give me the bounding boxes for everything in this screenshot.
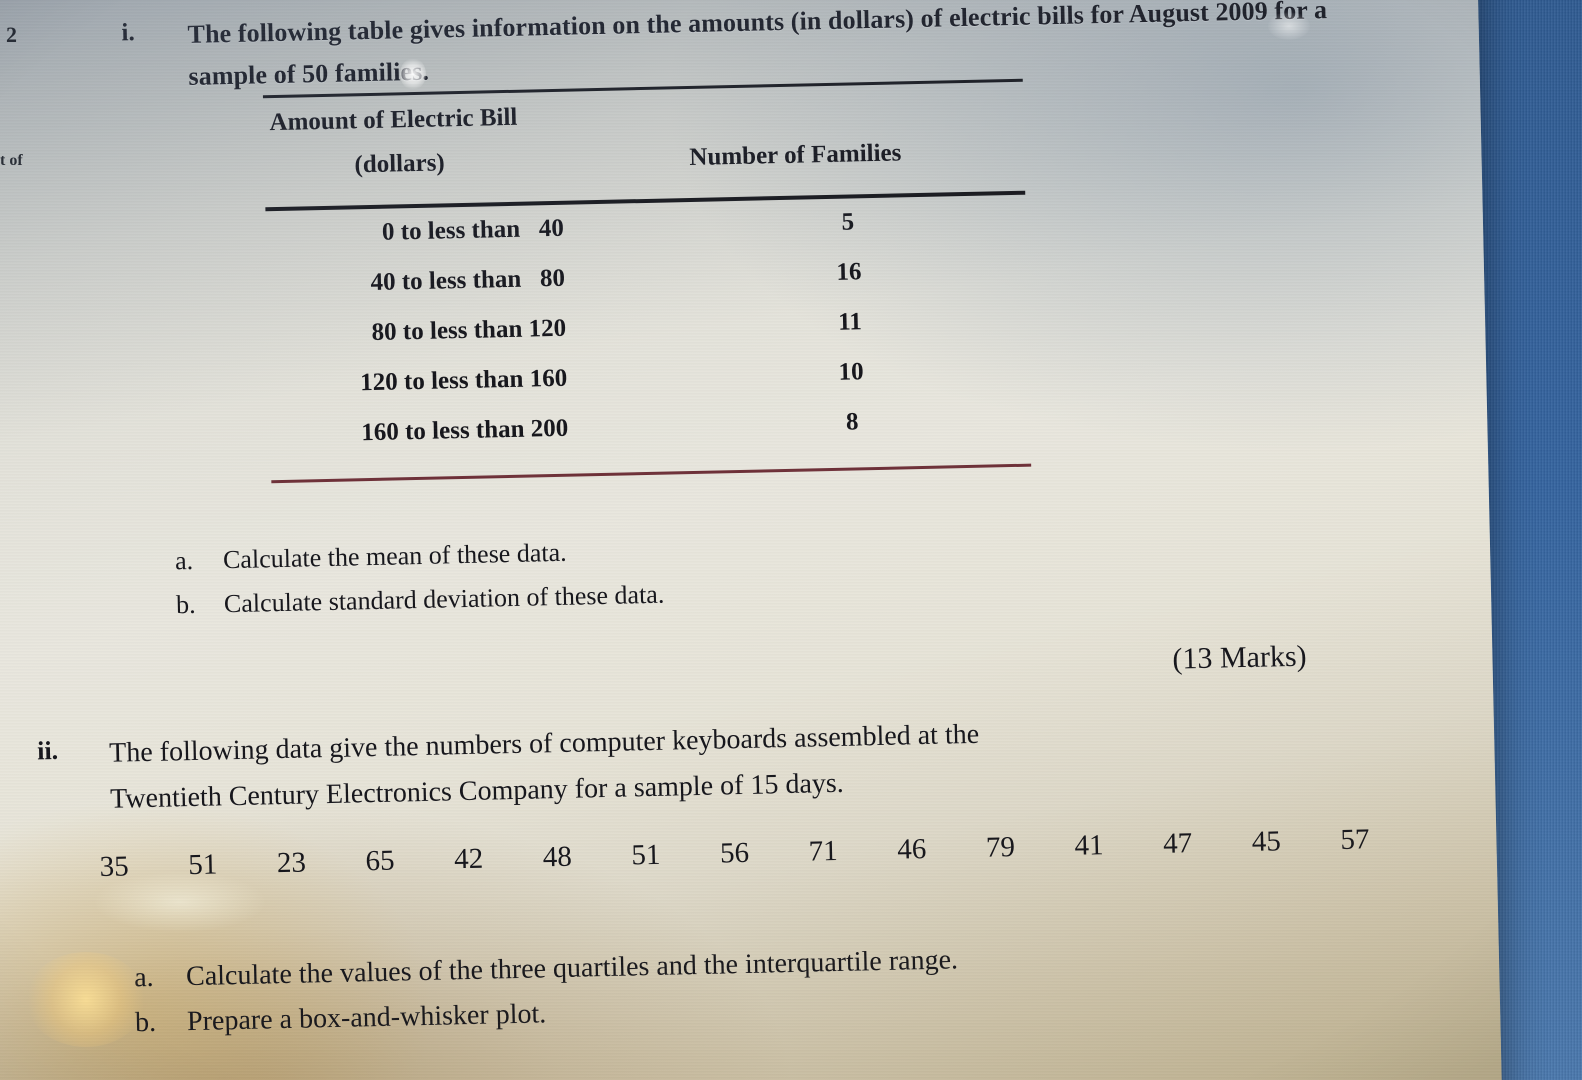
subitem-ii-a-label: a. — [133, 961, 154, 994]
data-value: 56 — [719, 836, 750, 870]
subitem-ii-b-text: Prepare a box-and-whisker plot. — [186, 998, 547, 1038]
question-ii-number: ii. — [36, 735, 59, 766]
subitem-i-b-label: b. — [175, 589, 196, 619]
data-value: 47 — [1162, 827, 1193, 860]
table-cell-count: 10 — [838, 358, 864, 386]
table-header-row: Amount of Electric Bill (dollars) Number… — [263, 91, 1025, 204]
table-cell-range: 40 to less than 80 — [370, 264, 566, 296]
question-i-subitems: a. Calculate the mean of these data. b. … — [175, 520, 1077, 627]
data-value: 41 — [1074, 829, 1104, 862]
question-ii-line2: Twentieth Century Electronics Company fo… — [109, 768, 845, 816]
table-header-col2: Number of Families — [689, 139, 902, 172]
data-value: 51 — [631, 838, 661, 872]
table-cell-range: 120 to less than 160 — [359, 364, 568, 397]
table-cell-range: 160 to less than 200 — [361, 414, 569, 447]
table-header-col1-line1: Amount of Electric Bill — [269, 103, 518, 137]
subitem-i-a-text: Calculate the mean of these data. — [222, 537, 567, 575]
question-ii-subitems: a. Calculate the values of the three qua… — [134, 930, 1316, 1046]
photographed-exam-page: i. The following table gives information… — [0, 0, 1582, 1080]
edge-mark: t of — [0, 152, 23, 169]
subitem-i-a-label: a. — [174, 545, 194, 576]
question-item-ii: ii. The following data give the numbers … — [37, 703, 1384, 825]
table-cell-count: 8 — [845, 408, 859, 436]
question-ii-text: The following data give the numbers of c… — [109, 712, 981, 824]
data-value: 57 — [1340, 823, 1370, 856]
table-cell-count: 11 — [837, 308, 863, 336]
data-value: 42 — [453, 842, 484, 876]
question-i-number: i. — [121, 19, 136, 47]
table-cell-count: 16 — [836, 258, 862, 286]
table-cell-range: 80 to less than 120 — [371, 314, 567, 346]
subitem-ii-b-label: b. — [134, 1007, 157, 1039]
keyboard-data-values: 35 51 23 65 42 48 51 56 71 46 79 41 47 4… — [99, 823, 1369, 884]
electric-bill-table: Amount of Electric Bill (dollars) Number… — [262, 78, 1032, 484]
subitem-i-b-text: Calculate standard deviation of these da… — [223, 579, 665, 618]
marks-label: (13 Marks) — [1172, 639, 1307, 676]
data-value: 48 — [542, 840, 573, 874]
data-value: 35 — [99, 850, 130, 884]
table-header-col1-line2: (dollars) — [354, 149, 446, 179]
data-value: 46 — [896, 833, 927, 866]
data-value: 65 — [365, 844, 395, 878]
data-value: 23 — [276, 846, 307, 880]
edge-mark: 2 — [6, 22, 17, 47]
data-value: 71 — [808, 834, 839, 868]
table-cell-count: 5 — [841, 208, 855, 236]
data-value: 79 — [985, 831, 1016, 864]
paper-sheet: i. The following table gives information… — [0, 0, 1503, 1080]
data-value: 51 — [187, 848, 218, 882]
table-cell-range: 0 to less than 40 — [381, 214, 565, 246]
data-value: 45 — [1251, 825, 1282, 858]
question-content: i. The following table gives information… — [3, 0, 1457, 1080]
